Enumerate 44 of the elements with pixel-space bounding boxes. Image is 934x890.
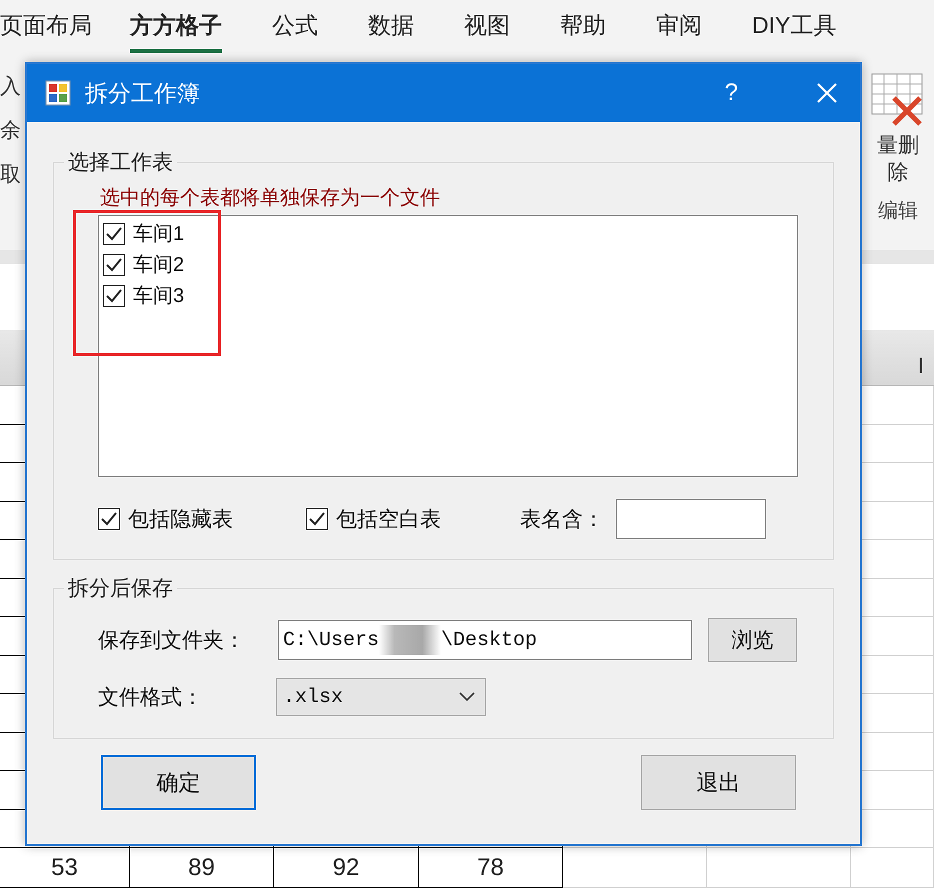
table-cell: 92 (274, 848, 419, 888)
hint-text: 选中的每个表都将单独保存为一个文件 (100, 186, 441, 211)
ribbon-tab[interactable]: 页面布局 (0, 10, 92, 53)
dialog-button[interactable]: 确定 (101, 755, 256, 810)
group-title: 拆分后保存 (67, 576, 174, 602)
app-icon (45, 80, 71, 106)
batch-delete-button[interactable]: 量删 除 (877, 132, 919, 187)
option-label: 包括空白表 (336, 507, 441, 533)
table-cell: 78 (419, 848, 563, 888)
ribbon-label: 入 (0, 74, 21, 100)
ribbon-tab[interactable]: 审阅 (656, 10, 702, 53)
column-letter: I (918, 353, 924, 379)
group-title: 选择工作表 (67, 150, 174, 176)
ribbon-tab[interactable]: 视图 (464, 10, 510, 53)
ribbon-label: 余 (0, 118, 21, 144)
field-label: 文件格式： (98, 685, 204, 711)
sheet-label: 车间1 (133, 222, 184, 247)
group-label: 编辑 (878, 198, 918, 224)
format-dropdown[interactable]: .xlsx (276, 678, 486, 716)
name-filter-field[interactable] (616, 499, 766, 539)
browse-button[interactable]: 浏览 (708, 618, 797, 662)
ribbon-tab[interactable]: 公式 (272, 10, 318, 53)
checkbox[interactable] (103, 284, 125, 306)
dialog-button[interactable]: 退出 (641, 755, 796, 810)
ribbon-tab[interactable]: 帮助 (560, 10, 606, 53)
folder-path-field[interactable]: C:\Users \Desktop (278, 620, 692, 660)
sheet-label: 车间2 (133, 253, 184, 278)
ribbon-tab[interactable]: 数据 (368, 10, 414, 53)
checkbox[interactable] (98, 508, 120, 530)
field-label: 保存到文件夹： (98, 628, 246, 654)
help-button[interactable]: ? (724, 79, 738, 107)
sheet-label: 车间3 (133, 284, 184, 309)
table-cell: 53 (0, 848, 130, 888)
checkbox[interactable] (103, 222, 125, 244)
ribbon-tab[interactable]: DIY工具 (752, 10, 836, 53)
chevron-down-icon (459, 692, 475, 702)
checkbox[interactable] (306, 508, 328, 530)
field-label: 表名含： (520, 507, 604, 533)
window-title: 拆分工作簿 (85, 78, 201, 108)
ribbon-tab[interactable]: 方方格子 (130, 10, 222, 53)
option-label: 包括隐藏表 (128, 507, 233, 533)
table-cell: 89 (130, 848, 274, 888)
ribbon-label: 取 (0, 162, 21, 188)
checkbox[interactable] (103, 254, 125, 276)
